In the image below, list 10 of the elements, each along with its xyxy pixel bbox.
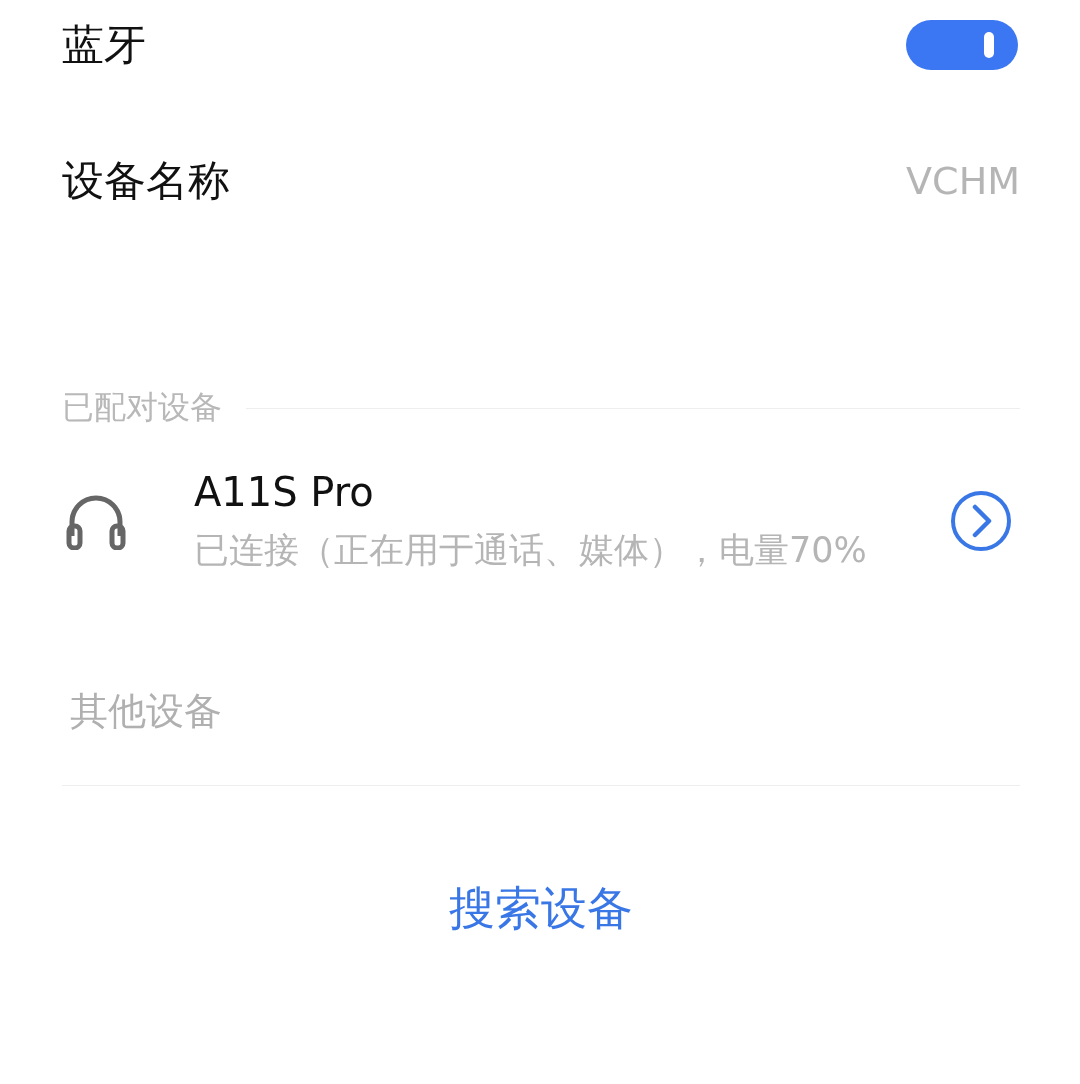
device-name-label: 设备名称 (62, 155, 230, 207)
device-status: 已连接（正在用于通话、媒体），电量70% (194, 529, 868, 572)
section-title: 其他设备 (70, 689, 222, 733)
bluetooth-toggle[interactable] (906, 20, 1018, 70)
device-name-value: VCHM (906, 159, 1020, 203)
device-name: A11S Pro (194, 468, 375, 517)
chevron-right-icon[interactable] (950, 490, 1012, 552)
bluetooth-label: 蓝牙 (62, 19, 146, 71)
section-title: 已配对设备 (62, 387, 222, 428)
search-devices-button[interactable]: 搜索设备 (449, 878, 633, 940)
